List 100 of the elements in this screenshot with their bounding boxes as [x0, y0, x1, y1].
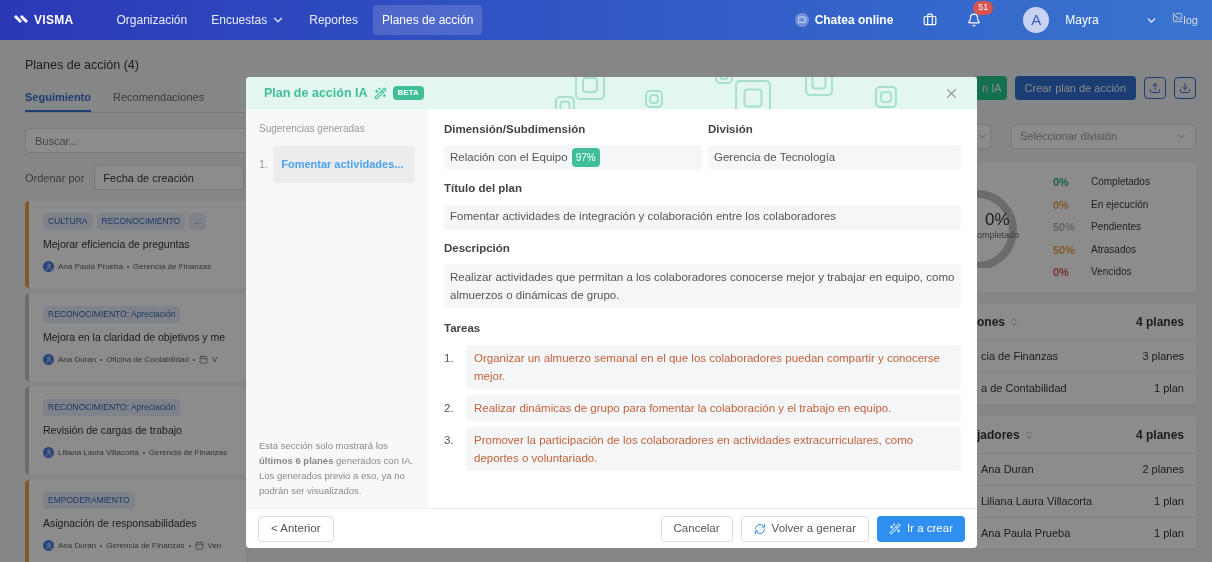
score-badge: 97% — [571, 148, 600, 168]
regenerate-button[interactable]: Volver a generar — [740, 515, 869, 542]
broken-image-icon — [1172, 11, 1184, 23]
magic-wand-icon — [889, 522, 901, 535]
task-item: Promover la participación de los colaboradores en actividades extracurriculares, como deportes o voluntariado. — [466, 427, 961, 471]
owner-name: Liliana Laura Villacorta — [58, 446, 139, 459]
suggestion-number: 1. — [259, 157, 269, 172]
dialog-title: Plan de acción IA — [264, 84, 368, 102]
create-button[interactable]: Ir a crear — [877, 515, 965, 542]
download-button[interactable] — [1174, 77, 1197, 99]
owner-name: Ana Paula Prueba — [58, 260, 123, 273]
plan-card[interactable]: RECONOCIMIENTO: Apreciación Mejora en la claridad de objetivos y me Ana Duran Oficina de Contabilidad V — [25, 294, 246, 382]
search-field[interactable]: Buscar... — [25, 128, 246, 154]
nav-item[interactable]: Planes de acción — [373, 5, 483, 35]
card-heading: ones — [977, 313, 1005, 331]
legend-percent: 0% — [1053, 176, 1069, 189]
notifications-icon[interactable] — [967, 13, 982, 27]
card-title: Revisión de cargas de trabajo — [43, 423, 183, 438]
chat-icon[interactable] — [794, 13, 809, 27]
user-avatar-icon — [43, 447, 54, 459]
tag: EMPODERAMIENTO — [43, 492, 135, 509]
chat-link[interactable]: Chatea online — [814, 11, 894, 29]
notification-count: 51 — [973, 1, 994, 15]
row-count: 1 plan — [1154, 494, 1184, 510]
legend-label: Atrasados — [1091, 242, 1137, 257]
row-name: cia de Finanzas — [981, 349, 1059, 365]
nav-item[interactable]: Organización — [107, 5, 197, 35]
row-name: Liliana Laura Villacorta — [981, 494, 1093, 510]
user-avatar-icon — [43, 354, 54, 366]
row-name: a de Contabilidad — [981, 381, 1067, 397]
cancel-button[interactable]: Cancelar — [660, 515, 733, 542]
history-note: Esta sección solo mostrará los últimos 6 planes generados con IA. Los generados previo a eso, ya no podrán ser visualizados. — [259, 439, 415, 498]
due-date: V — [211, 353, 218, 366]
user-avatar-icon — [43, 540, 54, 552]
tag: RECONOCIMIENTO — [96, 213, 186, 230]
task-number: 2. — [444, 401, 455, 416]
image-alt-text: log — [1183, 12, 1198, 28]
completion-label: ompletado — [977, 228, 1020, 242]
description-field: Realizar actividades que permitan a los colaboradores conocerse mejor y trabajar en equipo, como almuerzos o dinámicas de grupo. — [444, 263, 961, 308]
user-avatar-icon — [43, 261, 54, 273]
plan-title-field: Fomentar actividades de integración y colaboración entre los colaboradores — [444, 204, 961, 230]
legend-percent: 50% — [1053, 243, 1076, 256]
row-count: 2 planes — [1142, 462, 1184, 478]
legend-label: Completados — [1091, 175, 1150, 190]
logo[interactable]: VISMA — [14, 11, 74, 29]
field-label: Tareas — [444, 320, 482, 336]
briefcase-icon[interactable] — [923, 13, 938, 27]
row-name: Ana Duran — [981, 462, 1034, 478]
row-count: 1 plan — [1154, 381, 1184, 397]
user-avatar[interactable]: A — [1023, 7, 1050, 33]
owner-name: Ana Duran — [58, 353, 97, 366]
plan-card[interactable]: CULTURA RECONOCIMIENTO ... Mejorar eficiencia de preguntas Ana Paula Prueba Gerencia de Finanzas — [25, 201, 246, 289]
owner-name: Ana Duran — [58, 539, 97, 552]
upload-button[interactable] — [1144, 77, 1167, 99]
task-item: Realizar dinámicas de grupo para fomentar la colaboración y el trabajo en equipo. — [466, 395, 961, 421]
magic-wand-icon — [373, 86, 387, 100]
task-item: Organizar un almuerzo semanal en el que los colaboradores puedan compartir y conocerse mejor. — [466, 345, 961, 389]
calendar-icon — [198, 355, 208, 365]
completion-percent: 0% — [985, 208, 1010, 231]
division-field: Gerencia de Tecnología — [708, 145, 961, 171]
tab[interactable]: Recomendaciones — [113, 88, 205, 113]
user-name[interactable]: Mayra — [1065, 11, 1146, 29]
row-name: Ana Paula Prueba — [981, 526, 1071, 542]
previous-button[interactable]: < Anterior — [258, 515, 334, 542]
beta-badge: BETA — [392, 86, 424, 100]
row-count: 1 plan — [1154, 526, 1184, 542]
sort-select[interactable]: Fecha de creación — [94, 165, 245, 191]
legend-label: Vencidos — [1091, 265, 1132, 280]
sidebar-heading: Sugerencias generadas — [259, 122, 366, 136]
task-number: 3. — [444, 433, 455, 448]
tag: RECONOCIMIENTO: Apreciación — [43, 399, 181, 416]
create-plan-button[interactable]: Crear plan de acción — [1014, 76, 1137, 100]
field-label: División — [708, 122, 754, 137]
card-title: Mejorar eficiencia de preguntas — [43, 237, 191, 252]
row-count: 3 planes — [1142, 349, 1184, 365]
task-number: 1. — [444, 351, 455, 366]
due-date: Ven — [207, 539, 222, 552]
sort-label: Ordenar por — [25, 170, 85, 186]
legend-label: En ejecución — [1091, 197, 1149, 212]
tag: CULTURA — [43, 213, 93, 230]
legend-percent: 0% — [1053, 198, 1069, 211]
division-name: Gerencia de Finanzas — [106, 539, 185, 552]
legend-percent: 0% — [1053, 266, 1069, 279]
tag: ... — [189, 213, 207, 230]
division-name: Oficina de Contabilidad — [106, 353, 189, 366]
download-icon — [1179, 82, 1192, 94]
plan-card[interactable]: RECONOCIMIENTO: Apreciación Revisión de cargas de trabajo Liliana Laura Villacorta Gerencia de Finanzas — [25, 387, 246, 475]
card-heading: jadores — [977, 426, 1020, 444]
total-count: 4 planes — [1135, 426, 1184, 444]
tag: RECONOCIMIENTO: Apreciación — [43, 306, 181, 323]
refresh-icon — [753, 522, 766, 535]
tab[interactable]: Seguimiento — [25, 88, 91, 113]
field-label: Dimensión/Subdimensión — [444, 122, 587, 137]
dimension-field: Relación con el Equipo 97% — [444, 145, 702, 171]
division-name: Gerencia de Finanzas — [132, 260, 212, 273]
calendar-icon — [194, 541, 204, 551]
plan-card[interactable]: EMPODERAMIENTO Asignación de responsabilidades Ana Duran Gerencia de Finanzas Ven — [25, 480, 246, 562]
nav-item[interactable]: Reportes — [300, 5, 367, 35]
nav-item[interactable]: Encuestas — [202, 5, 295, 35]
page-title: Planes de acción (4) — [25, 57, 140, 74]
